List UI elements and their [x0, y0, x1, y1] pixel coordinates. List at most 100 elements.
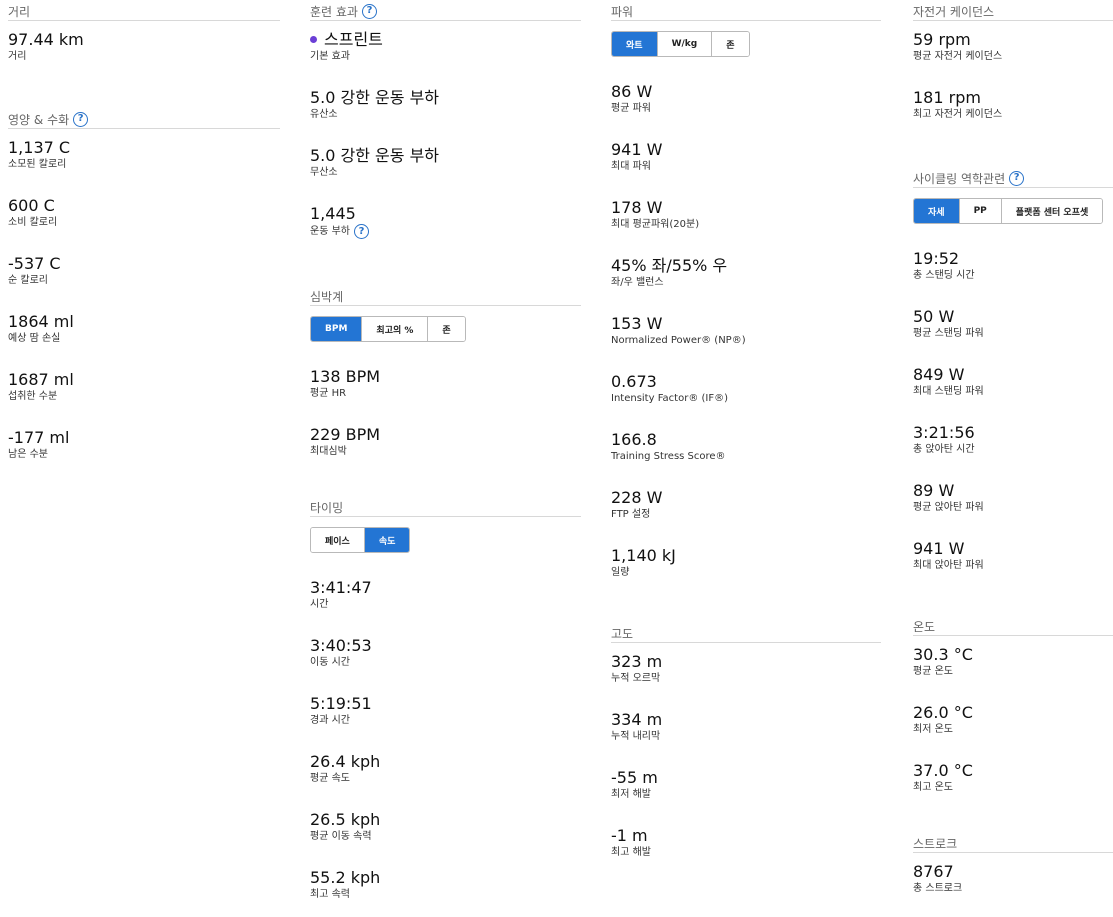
section-title: 파워: [611, 4, 634, 19]
stat-max-temp: 37.0 °C 최고 온도: [913, 761, 1113, 810]
section-header-heart-rate: 심박계: [310, 285, 581, 306]
stat-value: 229 BPM: [310, 425, 381, 444]
tab-percent-max[interactable]: 최고의 %: [361, 317, 428, 341]
stat-total-ascent: 323 m 누적 오르막: [611, 652, 881, 701]
stat-label: 좌/우 밸런스: [611, 277, 664, 288]
stat-calories-burned: 1,137 C 소모된 칼로리: [8, 138, 280, 187]
stat-label: 평균 속도: [310, 773, 350, 784]
tab-w-per-kg[interactable]: W/kg: [656, 32, 712, 56]
stat-label: 유산소: [310, 109, 338, 120]
stat-max-hr: 229 BPM 최대심박: [310, 425, 581, 474]
timing-section: 타이밍 페이스 속도 3:41:47 시간 3:40:53 이동 시간 5:19…: [310, 496, 581, 917]
section-title: 사이클링 역학관련: [913, 171, 1006, 186]
section-header-distance: 거리: [8, 0, 280, 21]
stat-value: 19:52: [913, 249, 960, 268]
distance-section: 거리 97.44 km 거리: [8, 0, 280, 79]
stat-label: Normalized Power® (NP®): [611, 335, 746, 346]
stat-value: 59 rpm: [913, 30, 971, 49]
stat-label: 소비 칼로리: [8, 217, 58, 228]
stat-avg-seated-power: 89 W 평균 앉아탄 파워: [913, 481, 1113, 530]
stat-value: 941 W: [611, 140, 663, 159]
stat-max-elevation: -1 m 최고 해발: [611, 826, 881, 875]
tab-platform-center-offset[interactable]: 플랫폼 센터 오프셋: [1000, 199, 1103, 223]
stat-value: 941 W: [913, 539, 965, 558]
tab-zones[interactable]: 존: [427, 317, 465, 341]
help-icon[interactable]: ?: [361, 3, 377, 19]
temperature-section: 온도 30.3 °C 평균 온도 26.0 °C 최저 온도 37.0 °C 최…: [913, 615, 1113, 810]
stat-value: 30.3 °C: [913, 645, 973, 664]
stat-value: 1,137 C: [8, 138, 71, 157]
stat-label: 운동 부하: [310, 225, 350, 237]
stat-label: 평균 스탠딩 파워: [913, 328, 984, 339]
stat-label: 평균 이동 속력: [310, 831, 372, 842]
stat-value: 26.4 kph: [310, 752, 381, 771]
stat-value: 50 W: [913, 307, 955, 326]
help-icon[interactable]: ?: [1009, 170, 1025, 186]
stat-ftp: 228 W FTP 설정: [611, 488, 881, 537]
section-title: 온도: [913, 619, 936, 634]
stat-label: 소모된 칼로리: [8, 159, 67, 170]
stat-value: 166.8: [611, 430, 657, 449]
stat-total-strokes: 8767 총 스트로크: [913, 862, 1113, 911]
stat-lr-balance: 45% 좌/55% 우 좌/우 밸런스: [611, 256, 881, 305]
tab-bpm[interactable]: BPM: [311, 317, 362, 341]
tab-watts[interactable]: 와트: [612, 32, 657, 56]
section-header-elevation: 고도: [611, 622, 881, 643]
section-header-strokes: 스트로크: [913, 832, 1113, 853]
tab-pace[interactable]: 페이스: [311, 528, 364, 552]
section-title: 스트로크: [913, 836, 958, 851]
stat-label: 최고 온도: [913, 782, 953, 793]
stat-avg-cadence: 59 rpm 평균 자전거 케이던스: [913, 30, 1113, 79]
dynamics-toggle: 자세 PP 플랫폼 센터 오프셋: [913, 198, 1104, 224]
stat-value: 26.0 °C: [913, 703, 973, 722]
heart-rate-section: 심박계 BPM 최고의 % 존 138 BPM 평균 HR 229 BPM 최대…: [310, 285, 581, 474]
stat-value: 181 rpm: [913, 88, 981, 107]
section-title: 거리: [8, 4, 31, 19]
section-header-temperature: 온도: [913, 615, 1113, 636]
stat-value: 3:41:47: [310, 578, 372, 597]
help-icon[interactable]: ?: [73, 111, 89, 127]
stat-avg-power: 86 W 평균 파워: [611, 82, 881, 131]
stat-avg-hr: 138 BPM 평균 HR: [310, 367, 581, 416]
timing-toggle: 페이스 속도: [310, 527, 411, 553]
stat-total-standing-time: 19:52 총 스탠딩 시간: [913, 249, 1113, 298]
stat-value: 153 W: [611, 314, 663, 333]
stat-total-seated-time: 3:21:56 총 앉아탄 시간: [913, 423, 1113, 472]
stat-label: 총 스탠딩 시간: [913, 270, 975, 281]
stat-value: -1 m: [611, 826, 648, 845]
help-icon[interactable]: ?: [353, 224, 369, 239]
stat-label: 평균 파워: [611, 103, 651, 114]
cycling-dynamics-section: 사이클링 역학관련 ? 자세 PP 플랫폼 센터 오프셋 19:52 총 스탠딩…: [913, 167, 1113, 588]
stat-max-standing-power: 849 W 최대 스탠딩 파워: [913, 365, 1113, 414]
stat-net-calories: -537 C 순 칼로리: [8, 254, 280, 303]
stat-avg-speed: 26.4 kph 평균 속도: [310, 752, 581, 801]
stat-value: 8767: [913, 862, 954, 881]
section-title: 고도: [611, 626, 634, 641]
stat-label: 최대 파워: [611, 161, 651, 172]
stat-label: 이동 시간: [310, 657, 350, 668]
section-header-timing: 타이밍: [310, 496, 581, 517]
stat-value: 1687 ml: [8, 370, 74, 389]
stat-label: 순 칼로리: [8, 275, 48, 286]
stat-label: 평균 앉아탄 파워: [913, 502, 984, 513]
stat-total-descent: 334 m 누적 내리막: [611, 710, 881, 759]
stat-label: 섭취한 수분: [8, 391, 58, 402]
stat-label: 평균 자전거 케이던스: [913, 51, 1003, 62]
stat-label: 최고 자전거 케이던스: [913, 109, 1003, 120]
tab-power-phase[interactable]: PP: [958, 199, 1001, 223]
stat-label: 총 앉아탄 시간: [913, 444, 975, 455]
stat-value: 334 m: [611, 710, 663, 729]
stat-max-20min-power: 178 W 최대 평균파워(20분): [611, 198, 881, 247]
stat-label: 거리: [8, 51, 27, 62]
tab-speed[interactable]: 속도: [363, 528, 410, 552]
section-header-cadence: 자전거 케이던스: [913, 0, 1113, 21]
stat-label: 최저 온도: [913, 724, 953, 735]
stat-value: 45% 좌/55% 우: [611, 256, 728, 275]
tab-zones[interactable]: 존: [711, 32, 749, 56]
stat-value: -55 m: [611, 768, 658, 787]
stat-value: 0.673: [611, 372, 657, 391]
stat-value: 5.0 강한 운동 부하: [310, 88, 440, 107]
stat-value: 5:19:51: [310, 694, 372, 713]
tab-position[interactable]: 자세: [914, 199, 959, 223]
stat-label: 누적 오르막: [611, 673, 661, 684]
